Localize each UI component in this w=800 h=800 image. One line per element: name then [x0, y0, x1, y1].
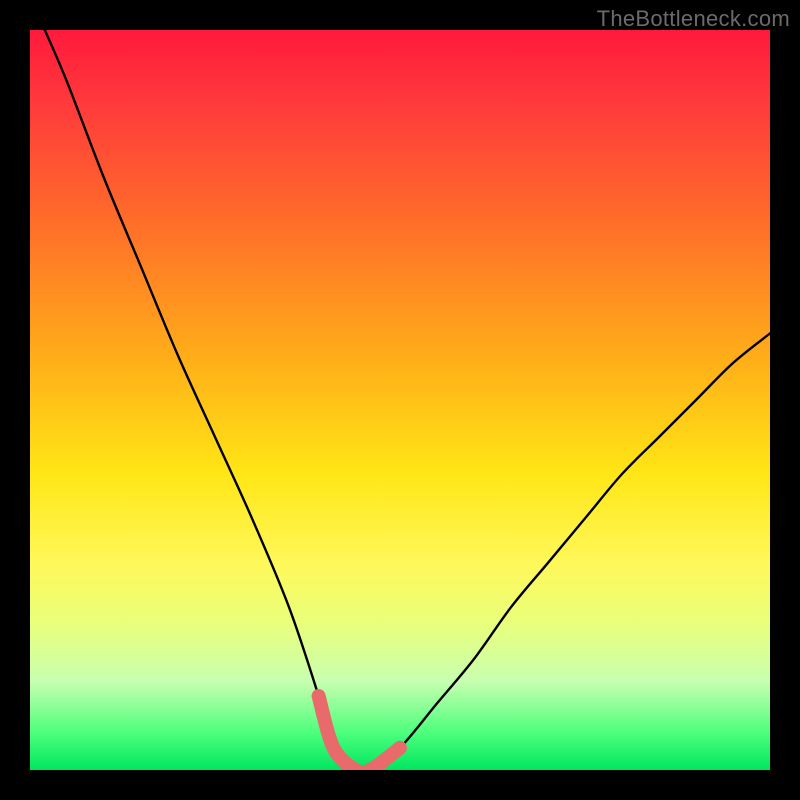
plot-area — [30, 30, 770, 770]
bottleneck-curve-svg — [30, 30, 770, 770]
chart-frame: TheBottleneck.com — [0, 0, 800, 800]
bottleneck-curve — [45, 30, 770, 770]
bottleneck-flat-highlight — [319, 696, 400, 770]
watermark-text: TheBottleneck.com — [597, 6, 790, 32]
